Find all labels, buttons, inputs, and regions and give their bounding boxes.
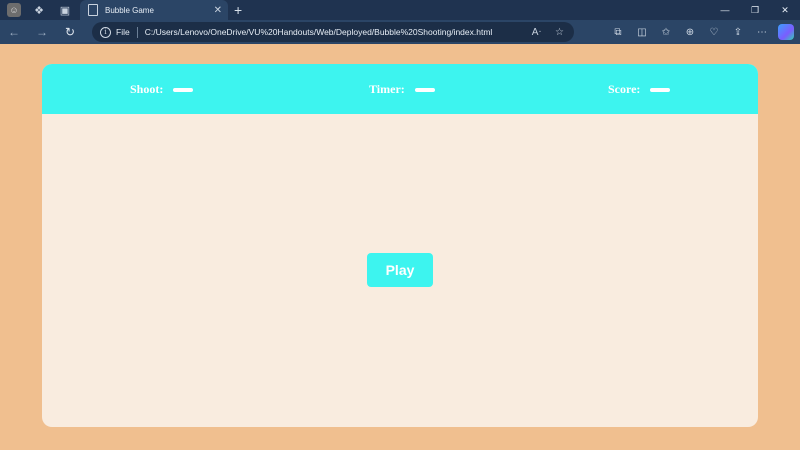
- profile-avatar[interactable]: ☺: [7, 3, 21, 17]
- timer-value: [414, 87, 435, 92]
- navigation-bar: ← → ↻ i File C:/Users/Lenovo/OneDrive/VU…: [0, 20, 800, 44]
- forward-button[interactable]: →: [28, 20, 56, 44]
- address-bar[interactable]: i File C:/Users/Lenovo/OneDrive/VU%20Han…: [92, 22, 574, 42]
- minimize-button[interactable]: —: [710, 0, 740, 20]
- timer-stat: Timer:: [369, 82, 435, 97]
- shoot-label: Shoot:: [130, 82, 164, 96]
- address-actions: Aᐧ ☆: [532, 27, 564, 38]
- score-stat: Score:: [608, 82, 671, 97]
- toolbar-actions: ⧉ ◫ ✩ ⊕ ♡ ⇪ ⋯: [606, 20, 794, 44]
- copilot-icon[interactable]: [778, 24, 794, 40]
- tab-close-icon[interactable]: ✕: [214, 5, 222, 16]
- tab-actions-icon[interactable]: ▣: [57, 2, 73, 18]
- back-button[interactable]: ←: [0, 20, 28, 44]
- scheme-label: File: [116, 27, 130, 37]
- address-divider: [136, 26, 138, 38]
- more-icon[interactable]: ⋯: [750, 27, 774, 38]
- score-value: [650, 87, 671, 92]
- restore-button[interactable]: ❐: [740, 0, 770, 20]
- share-icon[interactable]: ⇪: [726, 27, 750, 38]
- tab-strip: ☺ ❖ ▣ Bubble Game ✕ + — ❐ ✕: [0, 0, 800, 20]
- collections-icon[interactable]: ⊕: [678, 27, 702, 38]
- read-aloud-icon[interactable]: Aᐧ: [532, 27, 541, 38]
- browser-tab[interactable]: Bubble Game ✕: [80, 0, 228, 20]
- play-button[interactable]: Play: [367, 253, 433, 287]
- info-icon[interactable]: i: [100, 26, 111, 38]
- page-icon: [88, 4, 98, 16]
- tab-title: Bubble Game: [105, 5, 154, 15]
- favorite-star-icon[interactable]: ☆: [555, 27, 564, 38]
- shoot-stat: Shoot:: [130, 82, 194, 97]
- workspaces-icon[interactable]: ❖: [31, 2, 47, 18]
- extensions-icon[interactable]: ⧉: [606, 27, 630, 38]
- timer-label: Timer:: [369, 82, 405, 96]
- split-screen-icon[interactable]: ◫: [630, 27, 654, 38]
- score-label: Score:: [608, 82, 641, 96]
- close-window-button[interactable]: ✕: [770, 0, 800, 20]
- refresh-button[interactable]: ↻: [56, 20, 84, 44]
- url-text[interactable]: C:/Users/Lenovo/OneDrive/VU%20Handouts/W…: [145, 27, 532, 37]
- game-hud: Shoot: Timer: Score:: [42, 64, 758, 114]
- game-container: Shoot: Timer: Score: Play: [42, 64, 758, 427]
- favorites-icon[interactable]: ✩: [654, 27, 678, 38]
- new-tab-button[interactable]: +: [234, 2, 242, 18]
- browser-essentials-icon[interactable]: ♡: [702, 27, 726, 38]
- window-controls: — ❐ ✕: [710, 0, 800, 20]
- shoot-value: [173, 87, 194, 92]
